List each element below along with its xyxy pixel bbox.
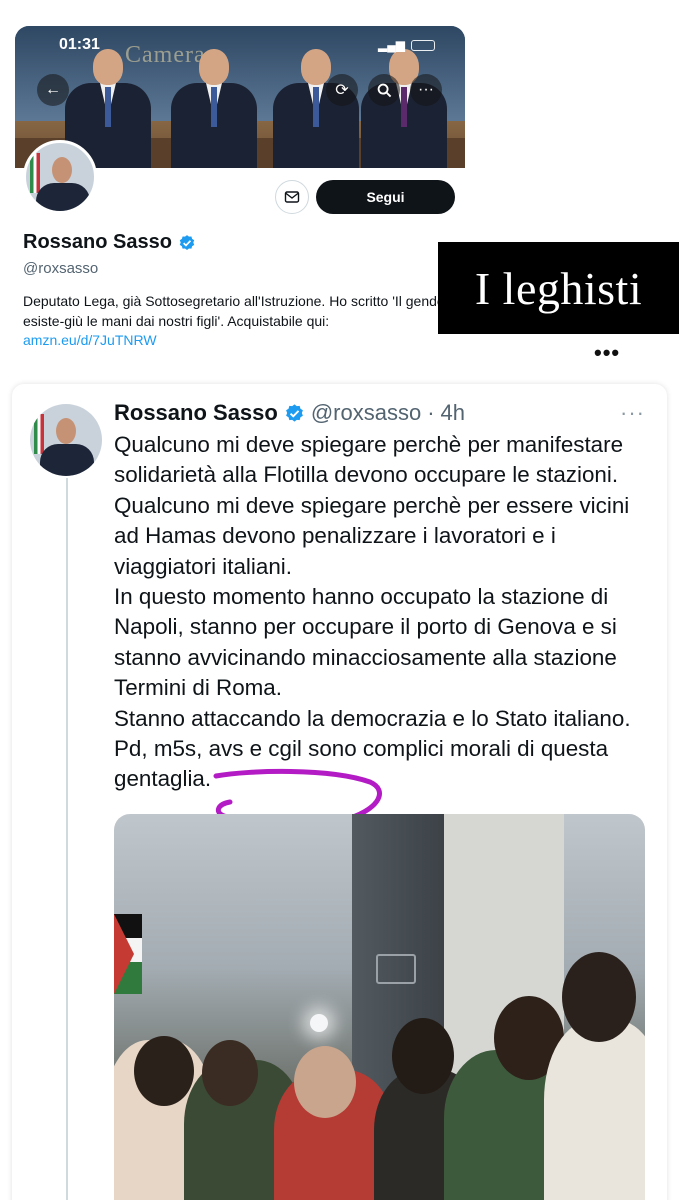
tweet-video[interactable] bbox=[114, 814, 645, 1200]
battery-icon bbox=[411, 39, 435, 51]
crowd-figure bbox=[202, 1040, 258, 1106]
tweet-paragraph: In questo momento hanno occupato la staz… bbox=[114, 584, 617, 701]
station-sign bbox=[376, 954, 416, 984]
tweet-paragraph: Stanno attaccando la democrazia e lo Sta… bbox=[114, 705, 631, 792]
status-icons: ▂▄▆ bbox=[378, 38, 435, 52]
more-icon[interactable]: ··· bbox=[410, 74, 442, 106]
banner-person-4 bbox=[355, 43, 451, 168]
search-icon[interactable] bbox=[368, 74, 400, 106]
verified-icon bbox=[285, 403, 303, 422]
status-time: 01:31 bbox=[59, 36, 100, 53]
profile-handle: @roxsasso bbox=[23, 260, 99, 277]
ellipsis-icon[interactable]: ••• bbox=[594, 340, 620, 366]
profile-name: Rossano Sasso bbox=[23, 231, 172, 253]
crowd-figure bbox=[134, 1036, 194, 1106]
tweet-more-icon[interactable]: ··· bbox=[620, 400, 645, 426]
tweet-author-handle[interactable]: @roxsasso bbox=[311, 400, 421, 426]
crowd-figure bbox=[294, 1046, 356, 1118]
thread-line bbox=[66, 478, 68, 1200]
mail-icon[interactable] bbox=[275, 180, 309, 214]
profile-bio-text: Deputato Lega, già Sottosegretario all'I… bbox=[23, 293, 450, 329]
tweet-header: Rossano Sasso @roxsasso · 4h bbox=[114, 400, 465, 426]
crowd-figure bbox=[562, 952, 636, 1042]
follow-button[interactable]: Segui bbox=[316, 180, 455, 214]
profile-bio: Deputato Lega, già Sottosegretario all'I… bbox=[23, 292, 453, 351]
profile-bio-link[interactable]: amzn.eu/d/7JuTNRW bbox=[23, 332, 157, 348]
tweet-author-name[interactable]: Rossano Sasso bbox=[114, 400, 278, 426]
tweet-separator: · bbox=[427, 400, 435, 425]
signal-icon: ▂▄▆ bbox=[378, 38, 405, 52]
caption-label: I leghisti bbox=[438, 242, 679, 334]
refresh-icon[interactable]: ⟳ bbox=[326, 74, 358, 106]
profile-avatar[interactable] bbox=[23, 140, 97, 214]
verified-icon bbox=[179, 234, 195, 250]
tweet-timestamp[interactable]: 4h bbox=[441, 400, 465, 426]
crowd-figure bbox=[392, 1018, 454, 1094]
crowd-figure bbox=[544, 1020, 645, 1200]
back-arrow-icon[interactable]: ← bbox=[37, 74, 69, 106]
tweet-paragraph: Qualcuno mi deve spiegare perchè per man… bbox=[114, 432, 630, 579]
tweet-text: Qualcuno mi deve spiegare perchè per man… bbox=[114, 430, 654, 795]
profile-name-row: Rossano Sasso bbox=[23, 231, 196, 254]
banner-person-3 bbox=[267, 43, 363, 168]
profile-card: Camera 01:31 ▂▄▆ ← ⟳ ··· Segui Rossano S… bbox=[15, 26, 465, 372]
ceiling-light bbox=[310, 1014, 328, 1032]
tweet-avatar[interactable] bbox=[30, 404, 102, 476]
banner-person-2 bbox=[165, 43, 261, 168]
